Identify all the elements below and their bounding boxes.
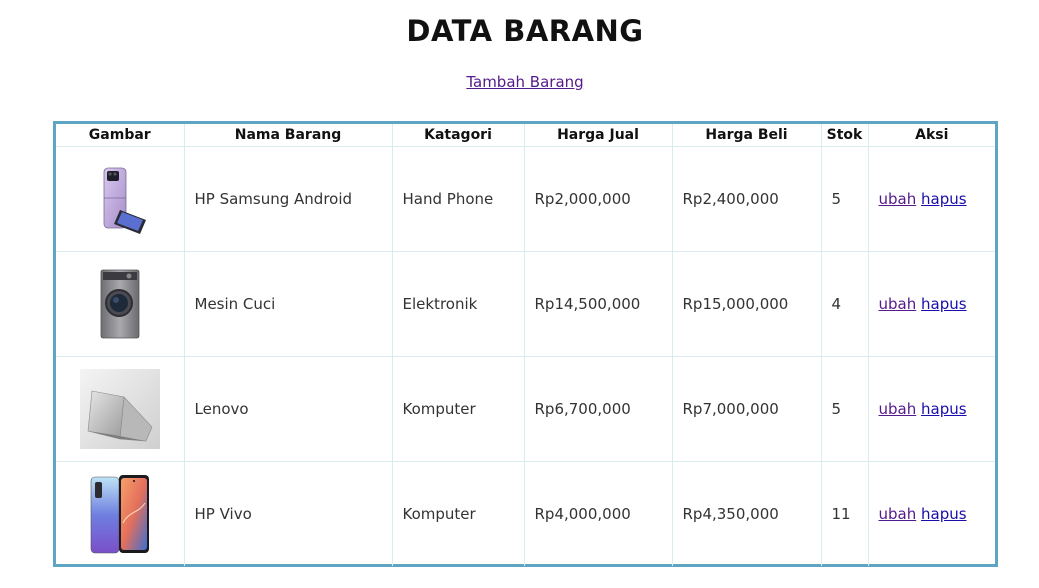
cell-actions: ubah hapus: [867, 251, 995, 357]
cell-name: Lenovo: [183, 356, 393, 462]
header-harga-beli: Harga Beli: [671, 124, 822, 147]
cell-sell-price: Rp14,500,000: [523, 251, 673, 357]
edit-link[interactable]: ubah: [879, 400, 917, 418]
cell-name: Mesin Cuci: [183, 251, 393, 357]
cell-buy-price: Rp4,350,000: [671, 461, 822, 566]
delete-link[interactable]: hapus: [921, 505, 967, 523]
washing-machine-image: [100, 269, 140, 339]
header-gambar: Gambar: [56, 124, 185, 147]
image-cell: [56, 356, 185, 462]
page-title: DATA BARANG: [406, 14, 644, 48]
edit-link[interactable]: ubah: [879, 295, 917, 313]
samsung-flip-phone-image: [103, 167, 146, 234]
header-harga-jual: Harga Jual: [523, 124, 673, 147]
image-cell: [56, 461, 185, 566]
header-nama-barang: Nama Barang: [183, 124, 393, 147]
data-table-container: Gambar Nama Barang Katagori Harga Jual H…: [53, 121, 998, 567]
table-header-row: Gambar Nama Barang Katagori Harga Jual H…: [56, 124, 995, 147]
cell-name: HP Samsung Android: [183, 146, 393, 252]
cell-sell-price: Rp4,000,000: [523, 461, 673, 566]
vivo-phone-image: [90, 475, 149, 554]
edit-link[interactable]: ubah: [879, 505, 917, 523]
data-table: Gambar Nama Barang Katagori Harga Jual H…: [56, 124, 995, 566]
add-item-link[interactable]: Tambah Barang: [466, 73, 583, 91]
cell-buy-price: Rp7,000,000: [671, 356, 822, 462]
table-row: Mesin Cuci Elektronik Rp14,500,000 Rp15,…: [56, 251, 995, 357]
header-katagori: Katagori: [391, 124, 525, 147]
header-stok: Stok: [820, 124, 869, 147]
add-link-wrapper: Tambah Barang: [0, 73, 1039, 91]
cell-actions: ubah hapus: [867, 356, 995, 462]
cell-buy-price: Rp15,000,000: [671, 251, 822, 357]
cell-category: Komputer: [391, 461, 525, 566]
cell-category: Hand Phone: [391, 146, 525, 252]
image-cell: [56, 251, 185, 357]
delete-link[interactable]: hapus: [921, 400, 967, 418]
delete-link[interactable]: hapus: [921, 295, 967, 313]
table-row: HP Vivo Komputer Rp4,000,000 Rp4,350,000…: [56, 461, 995, 566]
cell-actions: ubah hapus: [867, 146, 995, 252]
edit-link[interactable]: ubah: [879, 190, 917, 208]
header-aksi: Aksi: [867, 124, 995, 147]
image-cell: [56, 146, 185, 252]
cell-stock: 5: [820, 356, 869, 462]
cell-name: HP Vivo: [183, 461, 393, 566]
cell-category: Komputer: [391, 356, 525, 462]
table-row: HP Samsung Android Hand Phone Rp2,000,00…: [56, 146, 995, 252]
cell-stock: 4: [820, 251, 869, 357]
delete-link[interactable]: hapus: [921, 190, 967, 208]
table-row: Lenovo Komputer Rp6,700,000 Rp7,000,000 …: [56, 356, 995, 462]
cell-sell-price: Rp2,000,000: [523, 146, 673, 252]
cell-buy-price: Rp2,400,000: [671, 146, 822, 252]
cell-actions: ubah hapus: [867, 461, 995, 566]
cell-category: Elektronik: [391, 251, 525, 357]
cell-stock: 11: [820, 461, 869, 566]
cell-sell-price: Rp6,700,000: [523, 356, 673, 462]
lenovo-laptop-image: [79, 369, 160, 449]
cell-stock: 5: [820, 146, 869, 252]
